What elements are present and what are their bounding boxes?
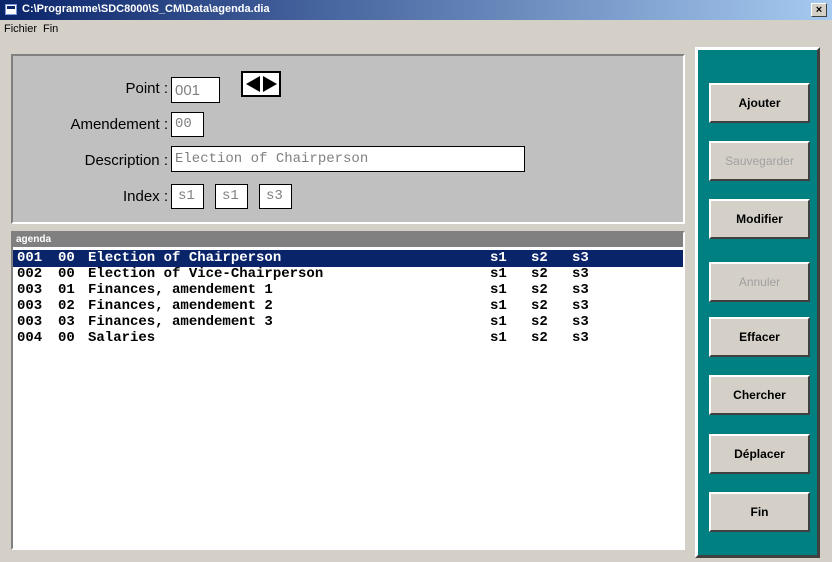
cell-i1: s1: [490, 266, 507, 282]
description-label: Description :: [84, 152, 168, 169]
menu-fichier[interactable]: Fichier: [4, 23, 37, 35]
button-sidebar: Ajouter Sauvegarder Modifier Annuler Eff…: [695, 47, 820, 558]
menu-fin[interactable]: Fin: [43, 23, 58, 35]
point-field[interactable]: 001: [171, 77, 220, 103]
index-field-3[interactable]: s3: [259, 184, 292, 209]
cell-desc: Finances, amendement 2: [88, 298, 273, 314]
cell-i3: s3: [572, 282, 589, 298]
cell-point: 001: [17, 250, 43, 266]
cell-i2: s2: [531, 282, 548, 298]
table-row[interactable]: 003 02 Finances, amendement 2 s1 s2 s3: [13, 298, 683, 315]
cell-i2: s2: [531, 266, 548, 282]
chercher-button[interactable]: Chercher: [709, 375, 810, 415]
cell-amend: 01: [58, 282, 75, 298]
cell-i3: s3: [572, 298, 589, 314]
menu-bar: Fichier Fin: [0, 20, 832, 39]
agenda-list[interactable]: agenda 001 00 Election of Chairperson s1 s2 s…: [11, 231, 685, 550]
deplacer-button[interactable]: Déplacer: [709, 434, 810, 474]
cell-i3: s3: [572, 330, 589, 346]
cell-amend: 03: [58, 314, 75, 330]
table-row[interactable]: 002 00 Election of Vice-Chairperson s1 s2 s3: [13, 266, 683, 283]
window-title: C:\Programme\SDC8000\S_CM\Data\agenda.di…: [22, 3, 270, 15]
fin-button[interactable]: Fin: [709, 492, 810, 532]
cell-point: 003: [17, 314, 43, 330]
cell-i3: s3: [572, 250, 589, 266]
cell-i1: s1: [490, 282, 507, 298]
cell-i2: s2: [531, 314, 548, 330]
point-label: Point :: [125, 80, 168, 97]
title-bar: C:\Programme\SDC8000\S_CM\Data\agenda.di…: [0, 0, 832, 20]
index-field-2[interactable]: s1: [215, 184, 248, 209]
index-field-1[interactable]: s1: [171, 184, 204, 209]
cell-point: 004: [17, 330, 43, 346]
list-header: agenda: [13, 233, 683, 247]
cell-i1: s1: [490, 314, 507, 330]
table-row[interactable]: 001 00 Election of Chairperson s1 s2 s3: [13, 250, 683, 267]
effacer-button[interactable]: Effacer: [709, 317, 810, 357]
ajouter-button[interactable]: Ajouter: [709, 83, 810, 123]
annuler-button[interactable]: Annuler: [709, 262, 810, 302]
prev-arrow-icon[interactable]: [246, 76, 260, 92]
cell-i2: s2: [531, 298, 548, 314]
cell-point: 003: [17, 298, 43, 314]
table-row[interactable]: 004 00 Salaries s1 s2 s3: [13, 330, 683, 347]
cell-i3: s3: [572, 314, 589, 330]
cell-point: 003: [17, 282, 43, 298]
cell-desc: Finances, amendement 3: [88, 314, 273, 330]
cell-amend: 00: [58, 330, 75, 346]
table-row[interactable]: 003 01 Finances, amendement 1 s1 s2 s3: [13, 282, 683, 299]
cell-i2: s2: [531, 250, 548, 266]
modifier-button[interactable]: Modifier: [709, 199, 810, 239]
table-row[interactable]: 003 03 Finances, amendement 3 s1 s2 s3: [13, 314, 683, 331]
cell-i1: s1: [490, 330, 507, 346]
next-arrow-icon[interactable]: [263, 76, 277, 92]
cell-desc: Election of Vice-Chairperson: [88, 266, 324, 282]
cell-i3: s3: [572, 266, 589, 282]
cell-amend: 02: [58, 298, 75, 314]
cell-amend: 00: [58, 266, 75, 282]
cell-i2: s2: [531, 330, 548, 346]
amendement-field[interactable]: 00: [171, 112, 204, 137]
cell-amend: 00: [58, 250, 75, 266]
description-field[interactable]: Election of Chairperson: [171, 146, 525, 172]
app-icon[interactable]: [5, 4, 17, 15]
cell-point: 002: [17, 266, 43, 282]
amendement-label: Amendement :: [70, 116, 168, 133]
cell-desc: Finances, amendement 1: [88, 282, 273, 298]
cell-i1: s1: [490, 250, 507, 266]
index-label: Index :: [122, 188, 168, 205]
sauvegarder-button[interactable]: Sauvegarder: [709, 141, 810, 181]
cell-desc: Salaries: [88, 330, 156, 346]
edit-form-panel: Point : 001 Amendement : 00 Description …: [11, 54, 685, 224]
point-nav-buttons: [241, 71, 281, 97]
cell-desc: Election of Chairperson: [88, 250, 282, 266]
cell-i1: s1: [490, 298, 507, 314]
close-button[interactable]: ×: [811, 3, 827, 17]
